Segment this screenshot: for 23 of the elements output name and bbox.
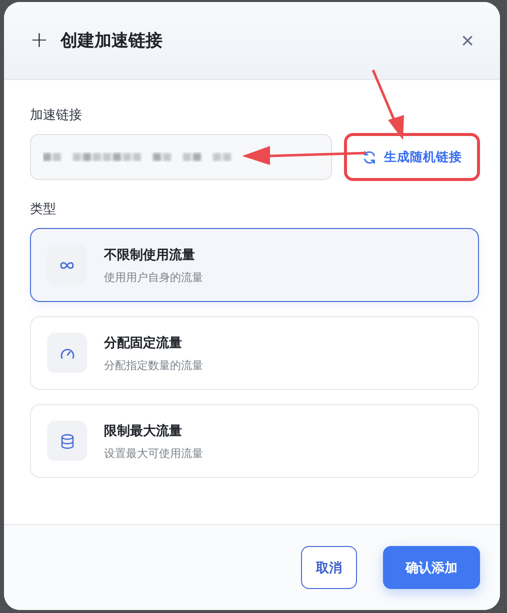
dialog-title: 创建加速链接 [60, 30, 164, 52]
type-option-card[interactable]: 不限制使用流量 使用用户自身的流量 [30, 228, 479, 302]
field-label: 加速链接 [30, 107, 83, 124]
link-input-field[interactable] [30, 134, 332, 180]
type-option-card[interactable]: 限制最大流量 设置最大可使用流量 [30, 404, 479, 478]
gauge-icon [60, 347, 74, 359]
close-button[interactable]: × [461, 28, 474, 54]
cancel-button[interactable]: 取消 [301, 546, 357, 589]
refresh-icon [362, 150, 377, 164]
option-title: 分配固定流量 [104, 334, 183, 352]
option-description: 使用用户自身的流量 [104, 270, 203, 284]
plus-icon: + [30, 28, 48, 53]
database-icon [60, 434, 74, 448]
option-description: 分配指定数量的流量 [104, 358, 203, 372]
generate-link-button[interactable]: 生成随机链接 [345, 134, 479, 180]
option-title: 限制最大流量 [104, 422, 183, 440]
option-title: 不限制使用流量 [104, 246, 196, 264]
section-label: 类型 [30, 201, 57, 218]
annotation-arrow [372, 70, 404, 140]
type-option-card[interactable]: 分配固定流量 分配指定数量的流量 [30, 316, 479, 390]
option-description: 设置最大可使用流量 [104, 446, 203, 460]
infinity-icon [59, 260, 75, 270]
confirm-button[interactable]: 确认添加 [383, 546, 480, 589]
